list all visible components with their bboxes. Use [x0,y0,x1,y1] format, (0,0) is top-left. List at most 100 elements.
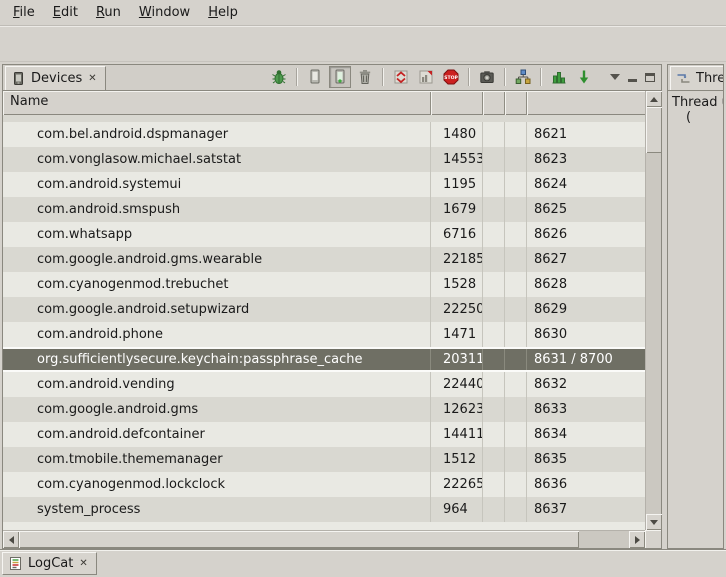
table-row[interactable]: com.vonglasow.michael.satstat 14553 8623 [3,147,645,172]
empty-cell [483,247,505,272]
screen-capture-icon[interactable] [476,66,498,88]
stop-process-icon[interactable]: STOP [440,66,462,88]
menu-file[interactable]: File [4,2,44,23]
threads-view: Threads Thread up ( [667,64,724,549]
process-port: 8634 [527,422,645,447]
cause-gc-trash-icon[interactable] [354,66,376,88]
close-icon[interactable]: ✕ [87,73,97,85]
table-row[interactable]: com.cyanogenmod.trebuchet 1528 8628 [3,272,645,297]
horizontal-scrollbar[interactable] [3,530,645,548]
method-profiling-icon[interactable] [415,66,437,88]
empty-cell [483,122,505,147]
empty-cell [483,422,505,447]
horizontal-scroll-thumb[interactable] [19,531,579,548]
table-row[interactable]: com.tmobile.thememanager 1512 8635 [3,447,645,472]
process-pid: 6716 [431,222,483,247]
table-row[interactable]: org.sufficientlysecure.keychain:passphra… [3,347,645,372]
devices-tab-icon [11,71,26,86]
tab-logcat[interactable]: LogCat ✕ [2,552,97,575]
devices-view: Devices ✕ [2,64,662,549]
devices-tab-label: Devices [31,71,82,86]
column-header-empty[interactable] [505,91,527,115]
table-row[interactable]: com.android.phone 1471 8630 [3,322,645,347]
threads-message-line2: ( [672,110,723,125]
scrollbar-corner [645,530,661,548]
table-row[interactable]: com.google.android.setupwizard 22250 862… [3,297,645,322]
empty-cell [483,147,505,172]
process-pid: 1471 [431,322,483,347]
table-row[interactable]: system_process 964 8637 [3,497,645,522]
view-menu-icon[interactable] [610,74,620,80]
table-row[interactable]: com.whatsapp 6716 8626 [3,222,645,247]
stop-icon-label: STOP [444,75,458,81]
allocation-tracker-icon[interactable] [548,66,570,88]
toolbar-separator [296,68,298,86]
scroll-left-button[interactable] [3,531,19,548]
menu-help[interactable]: Help [199,2,247,23]
menu-run[interactable]: Run [87,2,130,23]
heap-enabled-icon[interactable] [329,66,351,88]
main-area: Devices ✕ [0,62,726,549]
vertical-scroll-thumb[interactable] [646,107,662,153]
column-header-port[interactable] [527,91,645,115]
threads-tab-label: Threads [696,71,723,86]
process-name: com.vonglasow.michael.satstat [3,147,431,172]
threads-tabbar: Threads [668,65,723,91]
update-threads-icon[interactable] [390,66,412,88]
process-port: 8630 [527,322,645,347]
process-pid: 20311 [431,349,483,370]
menu-edit[interactable]: Edit [44,2,87,23]
column-header-name[interactable]: Name [3,91,431,115]
column-header-empty[interactable] [483,91,505,115]
process-port: 8637 [527,497,645,522]
minimize-icon[interactable] [628,79,637,82]
table-row[interactable]: com.android.defcontainer 14411 8634 [3,422,645,447]
coolbar-strip [0,26,726,62]
process-pid: 1679 [431,197,483,222]
empty-cell [483,322,505,347]
scroll-up-button[interactable] [646,91,662,107]
dump-hprof-icon[interactable] [573,66,595,88]
empty-cell [483,172,505,197]
maximize-icon[interactable] [645,73,655,82]
menu-window[interactable]: Window [130,2,199,23]
process-name: com.tmobile.thememanager [3,447,431,472]
debug-process-icon[interactable] [268,66,290,88]
tab-threads[interactable]: Threads [670,66,723,90]
table-row[interactable]: com.android.systemui 1195 8624 [3,172,645,197]
process-port: 8624 [527,172,645,197]
scroll-down-button[interactable] [646,514,662,530]
process-port: 8633 [527,397,645,422]
process-pid: 22250 [431,297,483,322]
empty-cell [483,497,505,522]
table-row[interactable]: com.bel.android.dspmanager 1480 8621 [3,122,645,147]
partial-row [3,115,645,122]
process-pid: 14553 [431,147,483,172]
table-row[interactable]: com.cyanogenmod.lockclock 22265 8636 [3,472,645,497]
process-port: 8629 [527,297,645,322]
table-row[interactable]: com.google.android.gms 12623 8633 [3,397,645,422]
toolbar-separator [504,68,506,86]
process-name: com.cyanogenmod.trebuchet [3,272,431,297]
close-icon[interactable]: ✕ [78,558,88,570]
hierarchy-view-icon[interactable] [512,66,534,88]
vertical-scrollbar[interactable] [645,91,661,530]
scroll-right-button[interactable] [629,531,645,548]
table-row[interactable]: com.android.smspush 1679 8625 [3,197,645,222]
toolbar-separator [468,68,470,86]
update-heap-icon[interactable] [304,66,326,88]
process-name: com.cyanogenmod.lockclock [3,472,431,497]
process-table: Name com.bel.android.dspmanager 1480 862… [3,91,661,548]
column-header-pid[interactable] [431,91,483,115]
tab-devices[interactable]: Devices ✕ [5,66,106,90]
table-row[interactable]: com.google.android.gms.wearable 22185 86… [3,247,645,272]
horizontal-scroll-track[interactable] [19,531,629,548]
vertical-scroll-track[interactable] [646,107,661,514]
process-pid: 964 [431,497,483,522]
table-row[interactable]: com.android.vending 22440 8632 [3,372,645,397]
threads-message: Thread up ( [668,91,723,125]
empty-cell [505,147,527,172]
process-name: com.google.android.gms.wearable [3,247,431,272]
process-name: com.android.phone [3,322,431,347]
process-pid: 22185 [431,247,483,272]
